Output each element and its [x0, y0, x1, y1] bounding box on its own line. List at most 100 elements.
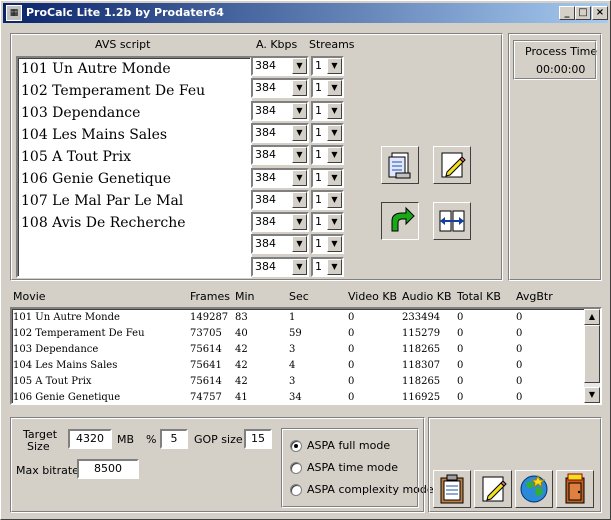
- audio-kbps-select[interactable]: 384 ▼: [251, 56, 309, 76]
- chevron-down-icon[interactable]: ▼: [292, 191, 307, 208]
- audio-kbps-select[interactable]: 384 ▼: [251, 122, 309, 143]
- table-cell: 118265: [402, 344, 441, 355]
- percent-input[interactable]: 5: [160, 429, 188, 449]
- streams-select[interactable]: 1 ▼: [311, 78, 344, 99]
- chevron-down-icon[interactable]: ▼: [292, 169, 307, 186]
- column-header[interactable]: Frames: [190, 290, 230, 303]
- title-bar[interactable]: ▦ ProCalc Lite 1.2b by Prodater64 _ □ ×: [3, 3, 608, 23]
- chevron-down-icon[interactable]: ▼: [292, 214, 307, 231]
- table-row[interactable]: 104 Les Mains Sales 75641 42 4 0 118307 0 0: [12, 358, 582, 374]
- streams-select[interactable]: 1 ▼: [311, 167, 344, 188]
- streams-select[interactable]: 1 ▼: [311, 122, 344, 143]
- audio-kbps-value: 384: [255, 215, 276, 229]
- aspa-mode-label[interactable]: ASPA full mode: [307, 439, 390, 452]
- chevron-down-icon[interactable]: ▼: [327, 80, 342, 97]
- avs-list-item[interactable]: 107 Le Mal Par Le Mal: [18, 190, 250, 212]
- avs-list-item[interactable]: 106 Genie Genetique: [18, 168, 250, 190]
- avs-script-list[interactable]: 101 Un Autre Monde 102 Temperament De Feu…: [16, 56, 252, 278]
- audio-kbps-select[interactable]: 384 ▼: [251, 212, 309, 233]
- audio-kbps-select[interactable]: 384 ▼: [251, 100, 309, 121]
- swap-button[interactable]: [433, 202, 471, 240]
- streams-select[interactable]: 1 ▼: [311, 56, 344, 76]
- copy-button[interactable]: [381, 146, 419, 184]
- column-header[interactable]: Min: [235, 290, 255, 303]
- gop-size-input[interactable]: 15: [244, 429, 272, 449]
- actions-panel: [428, 417, 602, 513]
- audio-kbps-select[interactable]: 384 ▼: [251, 78, 309, 99]
- table-row[interactable]: 105 A Tout Prix 75614 42 3 0 118265 0 0: [12, 374, 582, 390]
- edit-button[interactable]: [433, 146, 471, 184]
- chevron-down-icon[interactable]: ▼: [327, 147, 342, 164]
- chevron-down-icon[interactable]: ▼: [327, 124, 342, 141]
- chevron-down-icon[interactable]: ▼: [327, 102, 342, 119]
- chevron-down-icon[interactable]: ▼: [327, 236, 342, 253]
- table-row[interactable]: 101 Un Autre Monde 149287 83 1 0 233494 0 0: [12, 310, 582, 326]
- table-cell: 1: [289, 312, 296, 323]
- app-window: ▦ ProCalc Lite 1.2b by Prodater64 _ □ × …: [0, 0, 611, 520]
- chevron-down-icon[interactable]: ▼: [292, 80, 307, 97]
- avs-list-item[interactable]: 105 A Tout Prix: [18, 146, 250, 168]
- avs-panel: AVS script A. Kbps Streams 101 Un Autre …: [10, 33, 503, 281]
- streams-select[interactable]: 1 ▼: [311, 212, 344, 233]
- streams-select[interactable]: 1 ▼: [311, 145, 344, 166]
- audio-kbps-select[interactable]: 384 ▼: [251, 145, 309, 166]
- chevron-down-icon[interactable]: ▼: [327, 191, 342, 208]
- streams-value: 1: [315, 215, 322, 229]
- aspa-mode-label[interactable]: ASPA time mode: [307, 461, 398, 474]
- column-header[interactable]: Audio KB: [402, 290, 452, 303]
- chevron-down-icon[interactable]: ▼: [292, 258, 307, 275]
- movie-table[interactable]: 101 Un Autre Monde 149287 83 1 0 233494 0 0 102 …: [10, 307, 602, 405]
- audio-kbps-select[interactable]: 384 ▼: [251, 234, 309, 255]
- aspa-mode-radio[interactable]: [290, 462, 302, 474]
- chevron-down-icon[interactable]: ▼: [327, 258, 342, 275]
- close-button[interactable]: ×: [592, 6, 608, 20]
- aspa-mode-radio[interactable]: [290, 440, 302, 452]
- scroll-thumb[interactable]: [584, 325, 600, 383]
- avs-list-item[interactable]: 108 Avis De Recherche: [18, 212, 250, 234]
- avs-list-item[interactable]: 104 Les Mains Sales: [18, 124, 250, 146]
- scroll-up-button[interactable]: ▲: [584, 309, 600, 325]
- chevron-down-icon[interactable]: ▼: [327, 169, 342, 186]
- notepad-button[interactable]: [474, 470, 512, 508]
- scroll-down-button[interactable]: ▼: [584, 387, 600, 403]
- exit-button[interactable]: [556, 470, 594, 508]
- chevron-down-icon[interactable]: ▼: [292, 236, 307, 253]
- aspa-mode-radio[interactable]: [290, 484, 302, 496]
- chevron-down-icon[interactable]: ▼: [292, 58, 307, 74]
- column-header[interactable]: Video KB: [348, 290, 397, 303]
- app-icon[interactable]: ▦: [6, 5, 22, 21]
- column-header[interactable]: AvgBtr: [516, 290, 553, 303]
- table-cell: 4: [289, 360, 296, 371]
- chevron-down-icon[interactable]: ▼: [327, 214, 342, 231]
- minimize-button[interactable]: _: [559, 6, 575, 20]
- chevron-down-icon[interactable]: ▼: [327, 58, 342, 74]
- table-row[interactable]: 103 Dependance 75614 42 3 0 118265 0 0: [12, 342, 582, 358]
- chevron-down-icon[interactable]: ▼: [292, 124, 307, 141]
- globe-button[interactable]: [515, 470, 553, 508]
- column-header[interactable]: Total KB: [457, 290, 501, 303]
- movie-table-scrollbar[interactable]: ▲ ▼: [584, 309, 600, 403]
- maximize-button[interactable]: □: [575, 6, 591, 20]
- target-size-input[interactable]: 4320: [68, 429, 112, 449]
- avs-list-item[interactable]: 102 Temperament De Feu: [18, 80, 250, 102]
- undo-button[interactable]: [381, 202, 419, 240]
- streams-select[interactable]: 1 ▼: [311, 100, 344, 121]
- streams-select[interactable]: 1 ▼: [311, 189, 344, 210]
- aspa-mode-label[interactable]: ASPA complexity mode: [307, 483, 434, 496]
- audio-kbps-select[interactable]: 384 ▼: [251, 189, 309, 210]
- streams-select[interactable]: 1 ▼: [311, 234, 344, 255]
- exit-door-icon: [565, 473, 585, 504]
- streams-select[interactable]: 1 ▼: [311, 256, 344, 277]
- chevron-down-icon[interactable]: ▼: [292, 102, 307, 119]
- clipboard-button[interactable]: [433, 470, 471, 508]
- column-header[interactable]: Sec: [289, 290, 309, 303]
- max-bitrate-input[interactable]: 8500: [77, 459, 139, 479]
- chevron-down-icon[interactable]: ▼: [292, 147, 307, 164]
- avs-list-item[interactable]: 103 Dependance: [18, 102, 250, 124]
- column-header[interactable]: Movie: [13, 290, 46, 303]
- table-row[interactable]: 106 Genie Genetique 74757 41 34 0 116925 0 0: [12, 390, 582, 406]
- audio-kbps-select[interactable]: 384 ▼: [251, 167, 309, 188]
- table-row[interactable]: 102 Temperament De Feu 73705 40 59 0 115279 0 0: [12, 326, 582, 342]
- avs-list-item[interactable]: 101 Un Autre Monde: [18, 58, 250, 80]
- audio-kbps-select[interactable]: 384 ▼: [251, 256, 309, 277]
